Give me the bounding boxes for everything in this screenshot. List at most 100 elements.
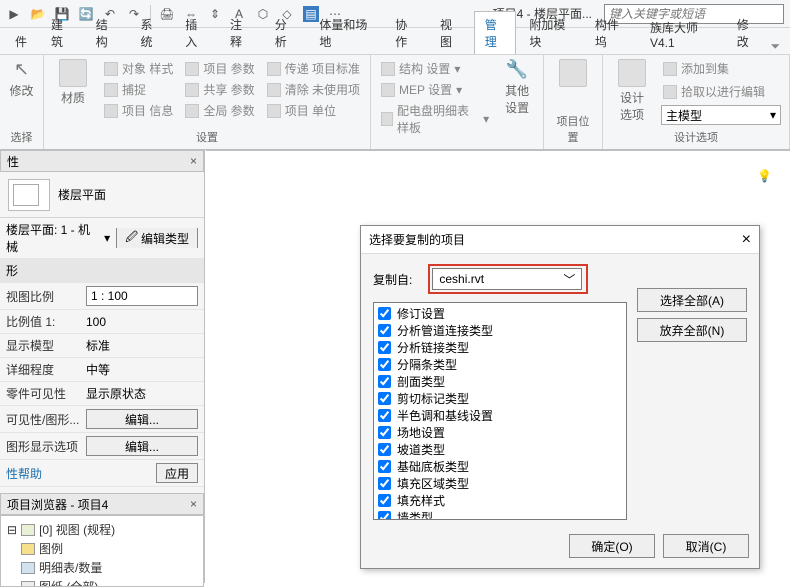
snap-button[interactable]: 捕捉 [102,80,175,99]
disp-model-combo[interactable]: 标准 [86,337,198,354]
list-item: 剖面类型 [378,373,622,390]
purge-button[interactable]: 清除 未使用项 [265,80,362,99]
tab-10[interactable]: 管理 [474,11,517,54]
dialog-title: 选择要复制的项目 [369,231,465,248]
close-icon[interactable]: × [190,154,197,168]
apply-button[interactable]: 应用 [156,463,198,483]
design-opt-button[interactable]: 设计 选项 [611,59,653,123]
discard-all-button[interactable]: 放弃全部(N) [637,318,747,342]
param-icon [185,62,199,76]
tree-item-schedule[interactable]: 明细表/数量 [7,558,197,577]
select-all-button[interactable]: 选择全部(A) [637,288,747,312]
checkbox[interactable] [378,341,391,354]
part-vis-combo[interactable]: 显示原状态 [86,385,198,402]
checkbox[interactable] [378,375,391,388]
tab-0[interactable]: 件 [4,28,38,54]
close-icon[interactable]: × [742,231,751,249]
checkbox[interactable] [378,426,391,439]
help-link[interactable]: 性帮助 [6,465,42,482]
mep-icon [381,83,395,97]
add-to-set-button[interactable]: 添加到集 [661,59,781,78]
close-icon[interactable]: × [190,497,197,511]
ok-button[interactable]: 确定(O) [569,534,655,558]
location-button[interactable] [552,59,594,87]
group-settings-label: 设置 [196,129,218,145]
checkbox[interactable] [378,307,391,320]
checkbox[interactable] [378,392,391,405]
panel-sched-button[interactable]: 配电盘明细表 样板▾ [379,101,491,137]
ribbon-group-select: ↖ 修改 选择 [0,55,44,149]
chevron-down-icon[interactable]: ▾ [104,231,110,245]
lightbulb-icon[interactable]: 💡 [757,169,772,183]
help-icon[interactable]: ⏷ [770,39,786,54]
obj-style-button[interactable]: 对象 样式 [102,59,175,78]
schedule-icon [21,562,35,574]
design-icon [618,59,646,87]
struct-icon [381,62,395,76]
list-item: 墙类型 [378,509,622,520]
mep-set-button[interactable]: MEP 设置▾ [379,80,491,99]
panel-icon [381,112,393,126]
highlight-box: ceshi.rvt ﹀ [428,264,588,294]
tab-11[interactable]: 附加模块 [518,11,581,54]
scale-combo[interactable]: 1 : 100 [86,286,198,306]
cancel-button[interactable]: 取消(C) [663,534,749,558]
modify-button[interactable]: ↖ 修改 [1,59,43,99]
tab-3[interactable]: 系统 [129,11,172,54]
struct-set-button[interactable]: 结构 设置▾ [379,59,491,78]
chevron-down-icon: ▾ [770,108,776,122]
shared-icon [185,83,199,97]
proj-param-button[interactable]: 项目 参数 [183,59,256,78]
tab-7[interactable]: 体量和场地 [308,11,382,54]
checkbox[interactable] [378,494,391,507]
copy-from-row: 复制自: ceshi.rvt ﹀ [373,264,627,294]
tab-6[interactable]: 分析 [264,11,307,54]
tab-13[interactable]: 族库大师V4.1 [639,14,724,54]
checkbox[interactable] [378,511,391,520]
edit-type-button[interactable]: 🖉编辑类型 [116,228,198,248]
tab-14[interactable]: 修改 [726,11,769,54]
tree-item-sheets[interactable]: 图纸 (全部) [7,577,197,587]
checkbox[interactable] [378,358,391,371]
snap-icon [104,83,118,97]
purge-icon [267,83,281,97]
type-selector[interactable]: 楼层平面 [0,172,204,218]
tree-item-views[interactable]: ⊟[0] 视图 (规程) [7,520,197,539]
tab-5[interactable]: 注释 [219,11,262,54]
list-item: 填充样式 [378,492,622,509]
copy-from-combo[interactable]: ceshi.rvt ﹀ [432,268,582,290]
checkbox[interactable] [378,324,391,337]
tab-1[interactable]: 建筑 [40,11,83,54]
globe-icon [559,59,587,87]
tab-9[interactable]: 视图 [429,11,472,54]
units-button[interactable]: 项目 单位 [265,101,362,120]
checkbox[interactable] [378,460,391,473]
transfer-std-button[interactable]: 传递 项目标准 [265,59,362,78]
main-model-combo[interactable]: 主模型▾ [661,105,781,125]
other-settings-button[interactable]: 🔧 其他 设置 [499,59,535,116]
global-icon [185,104,199,118]
tab-2[interactable]: 结构 [85,11,128,54]
vis-gfx-button[interactable]: 编辑... [86,409,198,429]
material-button[interactable]: 材质 [52,59,94,106]
checkbox[interactable] [378,409,391,422]
checkbox[interactable] [378,443,391,456]
shared-param-button[interactable]: 共享 参数 [183,80,256,99]
folder-icon [21,524,35,536]
tab-12[interactable]: 构件坞 [584,11,637,54]
pick-edit-button[interactable]: 拾取以进行编辑 [661,82,781,101]
scale-value: 100 [86,315,198,329]
global-param-button[interactable]: 全局 参数 [183,101,256,120]
tab-4[interactable]: 插入 [174,11,217,54]
app-menu-icon[interactable]: ▶ [6,6,22,22]
proj-info-button[interactable]: 项目 信息 [102,101,175,120]
tree-item-legend[interactable]: 图例 [7,539,197,558]
detail-combo[interactable]: 中等 [86,361,198,378]
modify-label: 修改 [9,82,33,99]
standards-list[interactable]: 修订设置 分析管道连接类型 分析链接类型 分隔条类型 剖面类型 剪切标记类型 半… [373,302,627,520]
tab-8[interactable]: 协作 [384,11,427,54]
browser-title: 项目浏览器 - 项目4 [7,496,108,513]
info-icon [104,104,118,118]
checkbox[interactable] [378,477,391,490]
gfx-opt-button[interactable]: 编辑... [86,436,198,456]
